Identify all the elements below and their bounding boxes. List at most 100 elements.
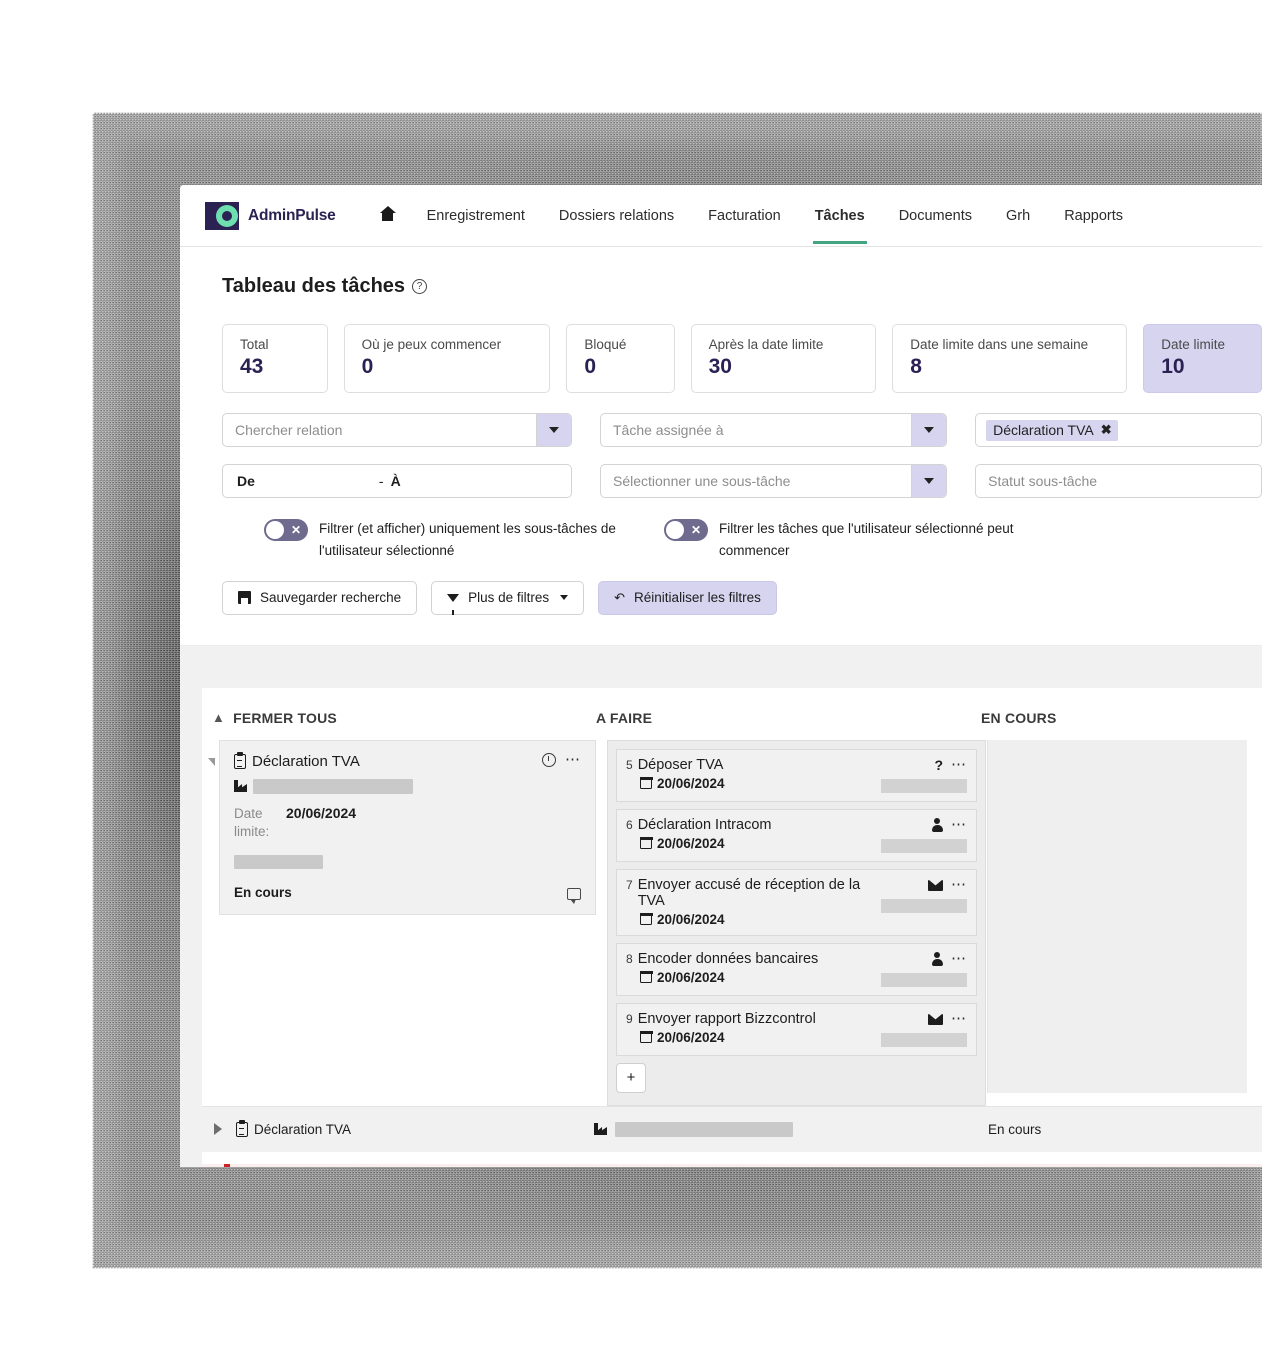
nav-item-dossiers-relations[interactable]: Dossiers relations	[542, 188, 691, 244]
clock-icon[interactable]	[542, 752, 556, 767]
todo-dropzone[interactable]: 5 Déposer TVA 20/06/2024 ? ⋯ 6 Déclarati…	[607, 739, 986, 1106]
nav-item-documents[interactable]: Documents	[882, 188, 989, 244]
toggle-switch-off[interactable]: ✕	[664, 519, 708, 541]
expand-toggle-icon[interactable]	[208, 757, 215, 766]
redacted-assignee	[881, 838, 967, 853]
person-icon	[931, 952, 943, 967]
column-header-inprogress: EN COURS	[981, 709, 1057, 726]
page-title: Tableau des tâches ?	[222, 275, 1262, 298]
stat-cards: Total 43 Où je peux commencer 0 Bloqué 0…	[222, 324, 1262, 393]
toggle-label: Filtrer (et afficher) uniquement les sou…	[319, 521, 616, 559]
chevron-down-icon[interactable]	[535, 414, 571, 446]
nav-item-facturation[interactable]: Facturation	[691, 188, 798, 244]
column-inprogress	[981, 739, 1262, 1093]
stat-card-blocked[interactable]: Bloqué 0	[566, 324, 675, 393]
stat-value: 10	[1161, 355, 1185, 378]
stat-label: Où je peux commencer	[361, 337, 502, 352]
close-icon: ✕	[290, 523, 301, 537]
toggle-subtasks-of-user[interactable]: ✕ Filtrer (et afficher) uniquement les s…	[264, 518, 664, 563]
filter-row-2: De - À Sélectionner une sous-tâche Statu…	[222, 464, 1262, 498]
stat-card-overdue[interactable]: Après la date limite 30	[690, 324, 877, 393]
nav-home-button[interactable]	[366, 186, 410, 245]
reset-filters-label: Réinitialiser les filtres	[634, 590, 761, 606]
clipboard-icon	[236, 1119, 248, 1137]
task-type-chip[interactable]: Déclaration TVA ✖	[986, 419, 1118, 441]
column-header-todo: A FAIRE	[596, 709, 653, 726]
stat-card-due-this-week[interactable]: Date limite dans une semaine 8	[892, 324, 1128, 393]
reset-filters-button[interactable]: ↶ Réinitialiser les filtres	[598, 580, 777, 615]
chevron-double-up-icon: ▲	[212, 710, 226, 726]
subtask-status-input[interactable]: Statut sous-tâche	[975, 464, 1262, 498]
chevron-down-icon[interactable]	[911, 465, 947, 497]
subtask-number: 5	[626, 757, 633, 772]
toggle-tasks-user-can-start[interactable]: ✕ Filtrer les tâches que l'utilisateur s…	[664, 518, 1064, 563]
subtask-card[interactable]: 5 Déposer TVA 20/06/2024 ? ⋯	[616, 748, 977, 802]
subtask-number: 7	[626, 877, 633, 892]
save-search-button[interactable]: Sauvegarder recherche	[222, 580, 418, 615]
toggle-label: Filtrer les tâches que l'utilisateur sél…	[719, 521, 1014, 559]
close-icon: ✕	[690, 523, 701, 537]
more-options-icon[interactable]: ⋯	[565, 752, 581, 767]
expand-row-icon[interactable]	[214, 1123, 222, 1136]
task-card[interactable]: Déclaration TVA ⋯ Date limite: 20/06/202…	[219, 739, 596, 915]
assignee-select[interactable]: Tâche assignée à	[599, 413, 948, 447]
table-row[interactable]: Déclaration TVA En cours	[202, 1105, 1262, 1152]
calendar-icon	[639, 836, 653, 850]
comment-icon[interactable]	[567, 887, 581, 904]
redacted-relation-name	[615, 1121, 793, 1137]
clipboard-icon	[234, 751, 246, 769]
chevron-down-icon[interactable]	[911, 414, 947, 446]
toggle-switch-off[interactable]: ✕	[264, 519, 308, 541]
stat-card-total[interactable]: Total 43	[222, 324, 328, 393]
subtask-card[interactable]: 7 Envoyer accusé de réception de la TVA …	[616, 868, 977, 936]
collapse-all-button[interactable]: ▲ FERMER TOUS	[202, 710, 596, 726]
task-board: ▲ FERMER TOUS A FAIRE EN COURS Déclarati…	[202, 687, 1262, 1167]
subtask-card[interactable]: 8 Encoder données bancaires 20/06/2024 ⋯	[616, 942, 977, 996]
stat-card-can-start[interactable]: Où je peux commencer 0	[343, 324, 551, 393]
task-type-filter[interactable]: Déclaration TVA ✖	[975, 413, 1262, 447]
stat-card-due-date[interactable]: Date limite 10	[1143, 324, 1262, 393]
question-mark-icon[interactable]: ?	[412, 279, 428, 294]
nav-item-grh[interactable]: Grh	[989, 188, 1047, 244]
date-range-input[interactable]: De - À	[222, 464, 572, 498]
subtask-date: 20/06/2024	[657, 1029, 725, 1045]
more-options-icon[interactable]: ⋯	[951, 877, 967, 892]
subtask-card[interactable]: 6 Déclaration Intracom 20/06/2024 ⋯	[616, 808, 977, 862]
add-subtask-button[interactable]: +	[616, 1062, 646, 1093]
subtask-card[interactable]: 9 Envoyer rapport Bizzcontrol 20/06/2024	[616, 1002, 977, 1056]
deadline-label: Date limite:	[234, 805, 270, 839]
more-filters-label: Plus de filtres	[468, 590, 550, 606]
row-title: Déclaration TVA	[202, 1119, 594, 1137]
close-icon[interactable]: ✖	[1101, 422, 1112, 438]
nav-item-enregistrement[interactable]: Enregistrement	[410, 188, 542, 244]
more-options-icon[interactable]: ⋯	[951, 757, 967, 772]
more-filters-button[interactable]: Plus de filtres	[431, 580, 585, 615]
home-icon	[379, 206, 396, 221]
nav-item-taches[interactable]: Tâches	[798, 188, 882, 244]
more-options-icon[interactable]: ⋯	[951, 1011, 967, 1026]
redacted-relation-name	[253, 778, 413, 794]
brand-name: AdminPulse	[248, 206, 336, 224]
brand-logo[interactable]: AdminPulse	[205, 201, 336, 230]
save-icon	[238, 591, 251, 605]
subtask-select[interactable]: Sélectionner une sous-tâche	[599, 464, 948, 498]
relation-search-input[interactable]: Chercher relation	[222, 413, 572, 447]
nav-item-rapports[interactable]: Rapports	[1047, 188, 1140, 244]
nav-items: Enregistrement Dossiers relations Factur…	[366, 186, 1140, 245]
stat-label: Après la date limite	[708, 337, 824, 352]
more-options-icon[interactable]: ⋯	[951, 817, 967, 832]
more-options-icon[interactable]: ⋯	[951, 951, 967, 966]
inprogress-dropzone[interactable]	[987, 739, 1247, 1093]
date-to-label: À	[390, 473, 401, 489]
stat-value: 0	[584, 355, 597, 378]
table-row[interactable]: Déclaration TVA Café Dominque en Ecole d…	[202, 1163, 1262, 1167]
page-title-text: Tableau des tâches	[222, 275, 406, 297]
subtask-date: 20/06/2024	[657, 911, 725, 927]
adminpulse-logo-icon	[205, 201, 239, 230]
calendar-icon	[639, 1030, 653, 1044]
expanded-task-group: Déclaration TVA ⋯ Date limite: 20/06/202…	[202, 739, 596, 915]
date-range-separator: -	[378, 473, 384, 489]
subtask-placeholder: Sélectionner une sous-tâche	[612, 473, 791, 489]
stat-label: Date limite dans une semaine	[910, 337, 1089, 352]
filter-funnel-icon	[447, 593, 460, 615]
